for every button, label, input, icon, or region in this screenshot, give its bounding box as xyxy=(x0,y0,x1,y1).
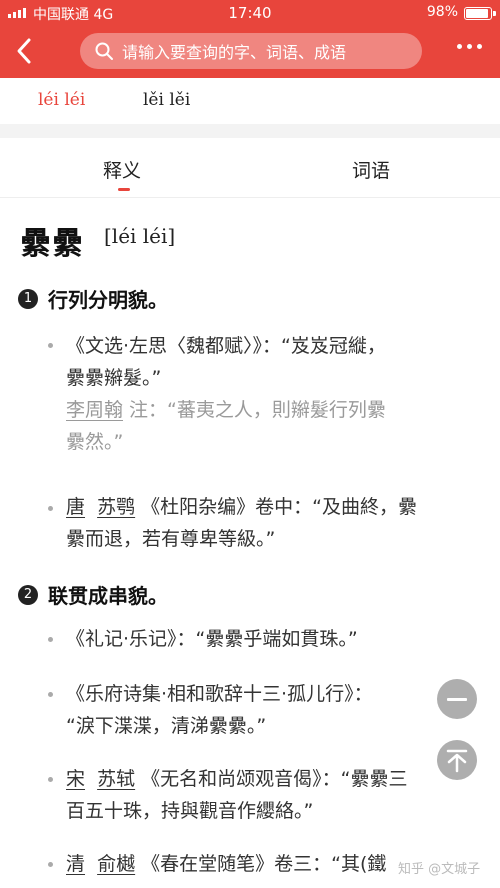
headword: 纍纍 xyxy=(20,226,84,262)
bullet-icon xyxy=(48,777,53,782)
minus-icon xyxy=(447,698,467,701)
sense-number: 2 xyxy=(18,584,38,605)
back-to-top-button[interactable] xyxy=(437,740,477,780)
headword-pinyin: [léi léi] xyxy=(104,224,176,248)
content-tabs: 释义 词语 xyxy=(0,138,500,198)
author-link[interactable]: 李周翰 xyxy=(66,399,123,421)
sense-heading: 1 行列分明貌。 xyxy=(18,284,168,313)
bullet-icon xyxy=(48,637,53,642)
search-input[interactable]: 请输入要查询的字、词语、成语 xyxy=(80,33,422,69)
bullet-icon xyxy=(48,692,53,697)
pinyin-tab-lei3-lei3[interactable]: lěi lěi xyxy=(143,90,190,110)
arrow-up-to-top-icon xyxy=(446,749,468,773)
dynasty-link[interactable]: 清 xyxy=(66,853,85,875)
search-icon xyxy=(95,42,113,60)
status-time: 17:40 xyxy=(228,4,272,22)
sense-heading: 2 联贯成串貌。 xyxy=(18,580,168,609)
example-item: 宋 苏轼 《无名和尚颂观音偈》：“纍纍三 百五十珠，持與觀音作纓絡。” xyxy=(66,768,408,822)
pronunciation-tabs: léi léi lěi lěi xyxy=(0,78,500,124)
section-divider xyxy=(0,124,500,138)
app-header: 中国联通 4G 17:40 98% 请输入要查询的字、词语、成语 xyxy=(0,0,500,78)
example-item: 《文选·左思〈魏都赋〉》：“岌岌冠縰， 纍纍辮髮。” 李周翰 注：“蕃夷之人，則… xyxy=(66,335,386,453)
battery-icon xyxy=(464,7,496,20)
author-link[interactable]: 俞樾 xyxy=(97,853,135,875)
more-options-button[interactable] xyxy=(457,44,482,49)
bullet-icon xyxy=(48,506,53,511)
bullet-icon xyxy=(48,862,53,867)
tab-words[interactable]: 词语 xyxy=(352,156,390,183)
chevron-left-icon xyxy=(17,38,31,64)
tab-definition[interactable]: 释义 xyxy=(103,156,141,183)
collapse-button[interactable] xyxy=(437,679,477,719)
status-bar: 中国联通 4G 17:40 98% xyxy=(0,0,500,26)
battery-percent: 98% xyxy=(426,4,458,20)
dynasty-link[interactable]: 唐 xyxy=(66,496,85,518)
author-link[interactable]: 苏鹗 xyxy=(97,496,135,518)
example-item: 《乐府诗集·相和歌辞十三·孤儿行》： “淚下渫渫，清涕纍纍。” xyxy=(66,683,373,737)
sense-text: 联贯成串貌。 xyxy=(48,584,168,608)
example-item: 《礼记·乐记》：“纍纍乎端如貫珠。” xyxy=(66,628,358,650)
dynasty-link[interactable]: 宋 xyxy=(66,768,85,790)
pinyin-tab-lei-lei[interactable]: léi léi xyxy=(38,90,85,110)
sense-text: 行列分明貌。 xyxy=(48,288,168,312)
watermark: 知乎 @文城子 xyxy=(398,862,481,877)
example-item: 唐 苏鹗 《杜阳杂编》卷中：“及曲終，纍 纍而退，若有尊卑等級。” xyxy=(66,496,418,550)
search-placeholder: 请输入要查询的字、词语、成语 xyxy=(122,43,347,62)
active-tab-indicator xyxy=(118,188,130,191)
sense-number: 1 xyxy=(18,288,38,309)
author-link[interactable]: 苏轼 xyxy=(97,768,135,790)
back-button[interactable] xyxy=(14,36,36,66)
bullet-icon xyxy=(48,343,53,348)
